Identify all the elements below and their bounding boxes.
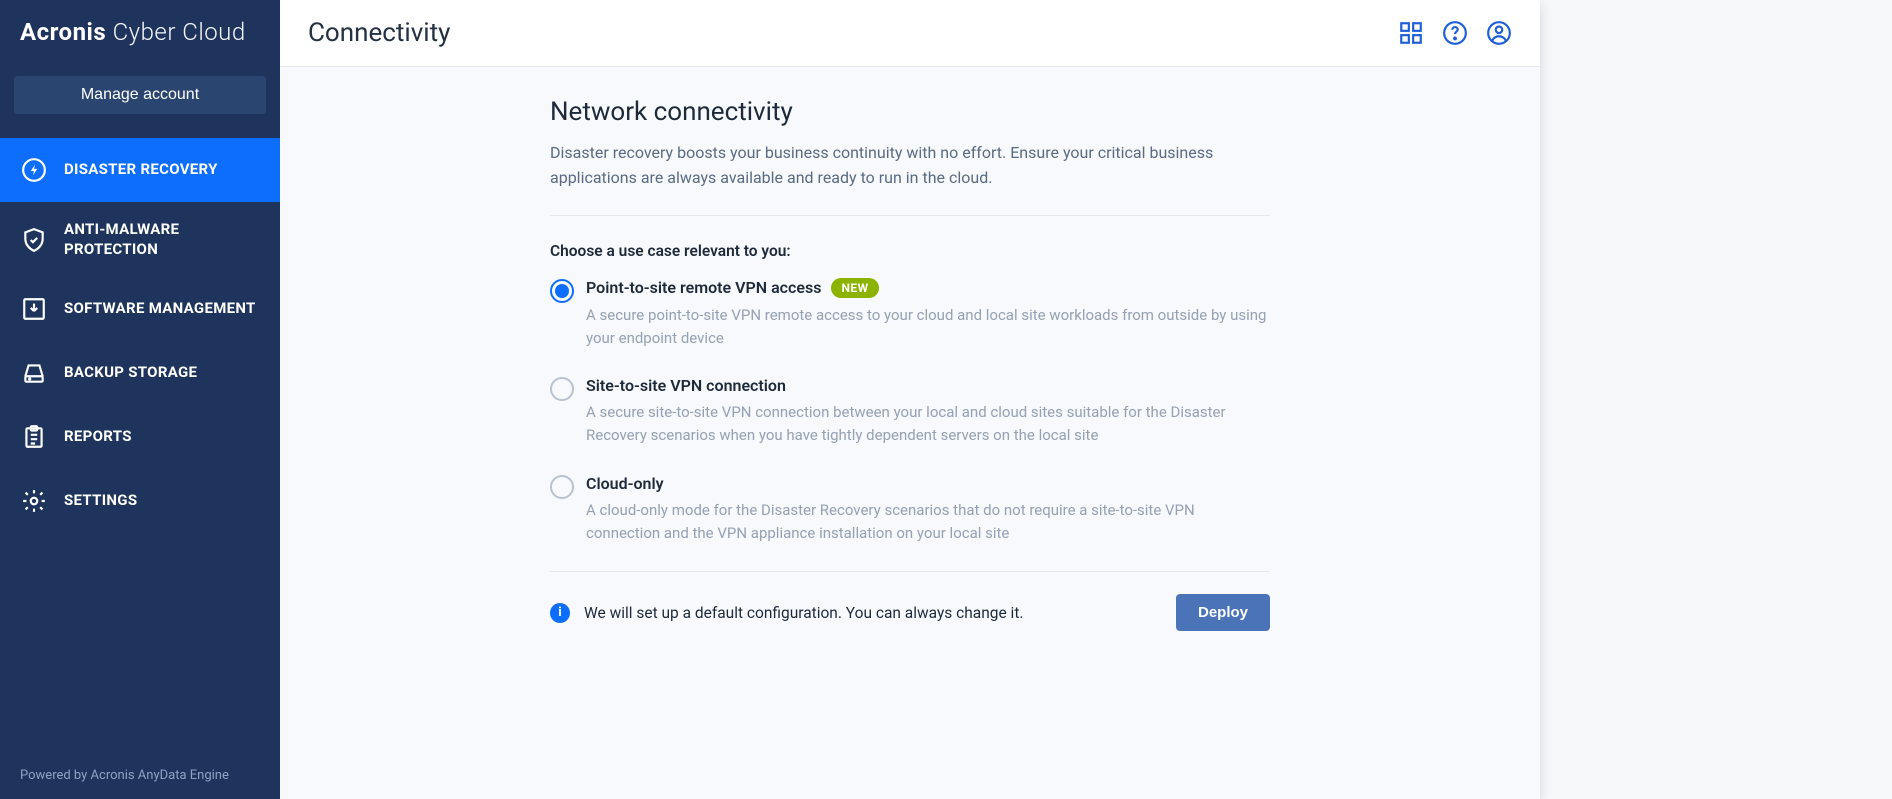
option-title: Point-to-site remote VPN access bbox=[586, 278, 821, 297]
option-title: Site-to-site VPN connection bbox=[586, 376, 786, 395]
powered-by-text: Powered by Acronis AnyData Engine bbox=[0, 752, 280, 799]
sidebar-item-backup-storage[interactable]: BACKUP STORAGE bbox=[0, 341, 280, 405]
option-description: A secure point-to-site VPN remote access… bbox=[586, 304, 1270, 351]
option-title: Cloud-only bbox=[586, 474, 664, 493]
divider bbox=[550, 215, 1270, 216]
sidebar-item-disaster-recovery[interactable]: DISASTER RECOVERY bbox=[0, 138, 280, 202]
brand-logo: Acronis Cyber Cloud bbox=[0, 0, 280, 66]
option-title-row: Point-to-site remote VPN access NEW bbox=[586, 278, 1270, 298]
radio-button[interactable] bbox=[550, 377, 574, 401]
option-description: A secure site-to-site VPN connection bet… bbox=[586, 401, 1270, 448]
footer-note-row: i We will set up a default configuration… bbox=[550, 603, 1023, 623]
manage-account-button[interactable]: Manage account bbox=[14, 76, 266, 114]
option-body: Site-to-site VPN connection A secure sit… bbox=[586, 376, 1270, 448]
page-header: Connectivity bbox=[280, 0, 1540, 67]
footer-note: We will set up a default configuration. … bbox=[584, 604, 1023, 622]
panel-footer: i We will set up a default configuration… bbox=[550, 571, 1270, 655]
sidebar-nav: DISASTER RECOVERY ANTI-MALWARE PROTECTIO… bbox=[0, 138, 280, 752]
header-actions bbox=[1398, 20, 1512, 46]
brand-bold: Acronis bbox=[20, 18, 106, 46]
sidebar-item-settings[interactable]: SETTINGS bbox=[0, 469, 280, 533]
new-badge: NEW bbox=[831, 278, 878, 298]
option-body: Point-to-site remote VPN access NEW A se… bbox=[586, 278, 1270, 351]
brand-light: Cyber Cloud bbox=[106, 18, 245, 46]
option-description: A cloud-only mode for the Disaster Recov… bbox=[586, 499, 1270, 546]
apps-icon[interactable] bbox=[1398, 20, 1424, 46]
option-body: Cloud-only A cloud-only mode for the Dis… bbox=[586, 474, 1270, 546]
content-area: Network connectivity Disaster recovery b… bbox=[280, 67, 1540, 799]
connectivity-panel: Network connectivity Disaster recovery b… bbox=[550, 87, 1270, 799]
nav-label: BACKUP STORAGE bbox=[64, 363, 197, 383]
section-description: Disaster recovery boosts your business c… bbox=[550, 141, 1270, 191]
option-point-to-site[interactable]: Point-to-site remote VPN access NEW A se… bbox=[550, 278, 1270, 351]
option-cloud-only[interactable]: Cloud-only A cloud-only mode for the Dis… bbox=[550, 474, 1270, 546]
section-heading: Network connectivity bbox=[550, 97, 1270, 127]
account-icon[interactable] bbox=[1486, 20, 1512, 46]
clipboard-icon bbox=[20, 423, 48, 451]
app-window: Acronis Cyber Cloud Manage account DISAS… bbox=[0, 0, 1540, 799]
nav-label: SOFTWARE MANAGEMENT bbox=[64, 299, 256, 319]
sidebar: Acronis Cyber Cloud Manage account DISAS… bbox=[0, 0, 280, 799]
option-site-to-site[interactable]: Site-to-site VPN connection A secure sit… bbox=[550, 376, 1270, 448]
main-area: Connectivity Network connectivity Disast… bbox=[280, 0, 1540, 799]
radio-button[interactable] bbox=[550, 279, 574, 303]
nav-label: SETTINGS bbox=[64, 491, 137, 511]
download-box-icon bbox=[20, 295, 48, 323]
option-title-row: Site-to-site VPN connection bbox=[586, 376, 1270, 395]
sidebar-item-software-management[interactable]: SOFTWARE MANAGEMENT bbox=[0, 277, 280, 341]
help-icon[interactable] bbox=[1442, 20, 1468, 46]
sidebar-item-anti-malware[interactable]: ANTI-MALWARE PROTECTION bbox=[0, 202, 280, 277]
nav-label: ANTI-MALWARE PROTECTION bbox=[64, 220, 260, 259]
shield-icon bbox=[20, 226, 48, 254]
nav-label: DISASTER RECOVERY bbox=[64, 160, 218, 180]
nav-label: REPORTS bbox=[64, 427, 132, 447]
drive-icon bbox=[20, 359, 48, 387]
deploy-button[interactable]: Deploy bbox=[1176, 594, 1270, 631]
gear-icon bbox=[20, 487, 48, 515]
bolt-icon bbox=[20, 156, 48, 184]
choose-label: Choose a use case relevant to you: bbox=[550, 242, 1270, 260]
info-icon: i bbox=[550, 603, 570, 623]
sidebar-item-reports[interactable]: REPORTS bbox=[0, 405, 280, 469]
option-title-row: Cloud-only bbox=[586, 474, 1270, 493]
radio-button[interactable] bbox=[550, 475, 574, 499]
page-title: Connectivity bbox=[308, 18, 450, 48]
